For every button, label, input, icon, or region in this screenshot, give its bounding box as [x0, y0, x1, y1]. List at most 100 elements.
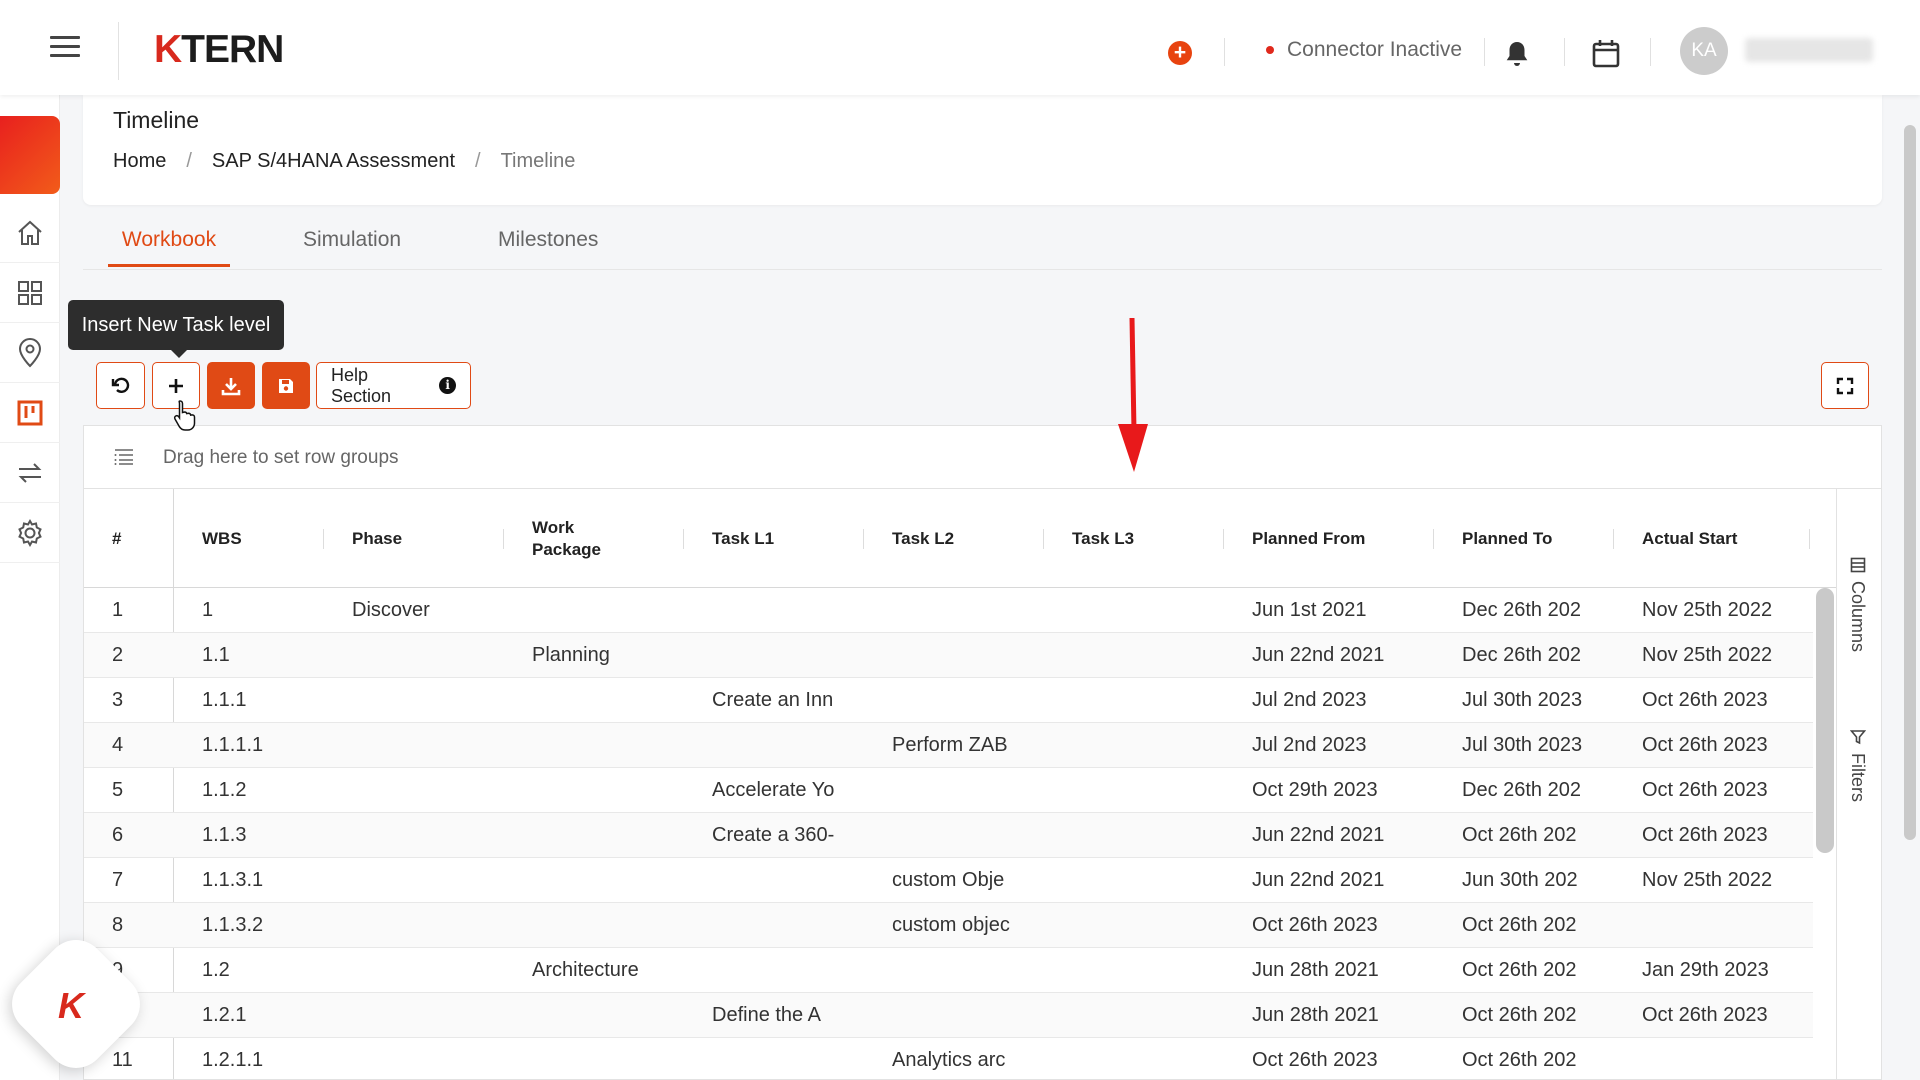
table-cell[interactable]: 6 [112, 813, 172, 858]
table-cell[interactable] [1642, 1038, 1807, 1079]
table-cell[interactable]: Accelerate Yo [712, 768, 852, 813]
table-cell[interactable] [712, 1038, 852, 1079]
table-cell[interactable]: 1.1 [202, 633, 342, 678]
table-cell[interactable] [352, 948, 522, 993]
sidebar-item-timeline[interactable] [0, 383, 60, 443]
table-row[interactable]: 2 1.1 Planning Jun 22nd 2021 Dec 26th 202 Nov… [84, 633, 1813, 678]
sidebar-item-transfer[interactable] [0, 443, 60, 503]
hamburger-menu-icon[interactable] [50, 36, 80, 60]
table-cell[interactable]: 1.2.1 [202, 993, 342, 1038]
table-row[interactable]: 91.2ArchitectureJun 28th 2021Oct 26th 20… [84, 948, 1813, 993]
sidebar-item-dashboard[interactable] [0, 263, 60, 323]
table-cell[interactable]: 7 [112, 858, 172, 903]
table-cell[interactable] [892, 678, 1032, 723]
ktern-k-logo-icon[interactable]: K [58, 985, 84, 1027]
table-cell[interactable] [712, 858, 852, 903]
connector-status[interactable]: Connector Inactive [1287, 38, 1462, 62]
table-cell[interactable]: 8 [112, 903, 172, 948]
table-cell[interactable]: Oct 26th 2023 [1642, 993, 1807, 1038]
table-row[interactable]: 5 1.1.2 Accelerate Yo Oct 29th 2023 Dec 26th… [84, 768, 1813, 813]
table-cell[interactable]: Oct 26th 2023 [1642, 813, 1807, 858]
table-cell[interactable]: 1.2 [202, 948, 342, 993]
table-cell[interactable] [1072, 588, 1212, 633]
table-row[interactable]: 3 1.1.1 Create an Inn Jul 2nd 2023 Jul 30th … [84, 678, 1813, 723]
table-cell[interactable] [352, 1038, 522, 1079]
download-button[interactable] [207, 362, 255, 409]
column-header-task-l1[interactable]: Task L1 [712, 489, 774, 588]
table-cell[interactable]: Jan 29th 2023 [1642, 948, 1807, 993]
table-cell[interactable]: Oct 26th 202 [1462, 993, 1592, 1038]
table-cell[interactable]: Define the A [712, 993, 852, 1038]
username-blurred[interactable] [1745, 38, 1873, 62]
table-cell[interactable] [1072, 678, 1212, 723]
column-header-planned-to[interactable]: Planned To [1462, 489, 1552, 588]
columns-panel-tab[interactable]: Columns [1847, 557, 1868, 652]
table-cell[interactable] [532, 1038, 702, 1079]
table-cell[interactable]: Jun 1st 2021 [1252, 588, 1432, 633]
table-cell[interactable] [1072, 723, 1212, 768]
column-header-phase[interactable]: Phase [352, 489, 402, 588]
table-cell[interactable] [1072, 768, 1212, 813]
table-cell[interactable]: Jun 22nd 2021 [1252, 813, 1432, 858]
table-cell[interactable] [352, 858, 522, 903]
table-cell[interactable]: Analytics arc [892, 1038, 1032, 1079]
table-cell[interactable]: Jun 22nd 2021 [1252, 633, 1432, 678]
table-cell[interactable] [532, 813, 702, 858]
table-cell[interactable]: Jul 2nd 2023 [1252, 678, 1432, 723]
table-cell[interactable] [532, 993, 702, 1038]
table-cell[interactable] [532, 768, 702, 813]
table-cell[interactable] [892, 633, 1032, 678]
table-cell[interactable]: 1.1.3.2 [202, 903, 342, 948]
table-cell[interactable]: 1.1.1.1 [202, 723, 342, 768]
table-cell[interactable]: Create a 360- [712, 813, 852, 858]
user-avatar[interactable]: KA [1680, 27, 1728, 75]
add-circle-icon[interactable]: + [1168, 41, 1192, 65]
row-group-drop-zone[interactable]: Drag here to set row groups [84, 426, 1881, 489]
table-cell[interactable]: custom Obje [892, 858, 1032, 903]
table-cell[interactable] [532, 903, 702, 948]
page-scrollbar-thumb[interactable] [1904, 125, 1916, 840]
column-header-work-package[interactable]: Work Package [532, 489, 612, 588]
table-cell[interactable]: 11 [112, 1038, 172, 1079]
column-header-wbs[interactable]: WBS [202, 489, 242, 588]
tab-simulation[interactable]: Simulation [303, 228, 401, 264]
table-cell[interactable]: 1.1.3.1 [202, 858, 342, 903]
table-cell[interactable] [352, 768, 522, 813]
table-cell[interactable] [892, 588, 1032, 633]
table-cell[interactable]: 5 [112, 768, 172, 813]
table-cell[interactable] [892, 813, 1032, 858]
table-cell[interactable]: Nov 25th 2022 [1642, 858, 1807, 903]
tab-milestones[interactable]: Milestones [498, 228, 598, 264]
table-row[interactable]: 4 1.1.1.1 Perform ZAB Jul 2nd 2023 Jul 30th … [84, 723, 1813, 768]
table-cell[interactable]: Jun 22nd 2021 [1252, 858, 1432, 903]
table-cell[interactable] [712, 723, 852, 768]
refresh-button[interactable] [96, 362, 145, 409]
table-cell[interactable] [352, 678, 522, 723]
table-cell[interactable]: Jul 30th 2023 [1462, 723, 1592, 768]
table-cell[interactable] [352, 813, 522, 858]
sidebar-item-settings[interactable] [0, 503, 60, 563]
table-cell[interactable] [712, 948, 852, 993]
table-cell[interactable]: 3 [112, 678, 172, 723]
table-cell[interactable] [1072, 1038, 1212, 1079]
table-cell[interactable] [1072, 903, 1212, 948]
table-cell[interactable]: Oct 29th 2023 [1252, 768, 1432, 813]
table-cell[interactable] [532, 678, 702, 723]
table-cell[interactable] [1072, 633, 1212, 678]
table-cell[interactable]: Oct 26th 2023 [1252, 1038, 1432, 1079]
filters-panel-tab[interactable]: Filters [1847, 729, 1868, 802]
column-header-task-l2[interactable]: Task L2 [892, 489, 954, 588]
sidebar-item-home[interactable] [0, 203, 60, 263]
table-cell[interactable]: Oct 26th 202 [1462, 813, 1592, 858]
table-row[interactable]: 11 1.2.1.1 Analytics arc Oct 26th 2023 Oct 2… [84, 1038, 1813, 1079]
table-cell[interactable]: 2 [112, 633, 172, 678]
table-cell[interactable]: Nov 25th 2022 [1642, 588, 1807, 633]
fullscreen-button[interactable] [1821, 362, 1869, 409]
table-cell[interactable]: Discover [352, 588, 522, 633]
breadcrumb-project[interactable]: SAP S/4HANA Assessment [212, 150, 455, 173]
table-cell[interactable]: Dec 26th 202 [1462, 588, 1592, 633]
table-cell[interactable]: Oct 26th 2023 [1642, 678, 1807, 723]
table-row[interactable]: 1 1 Discover Jun 1st 2021 Dec 26th 202 Nov 25… [84, 588, 1813, 633]
table-cell[interactable]: Jun 30th 202 [1462, 858, 1592, 903]
table-cell[interactable]: Oct 26th 202 [1462, 948, 1592, 993]
